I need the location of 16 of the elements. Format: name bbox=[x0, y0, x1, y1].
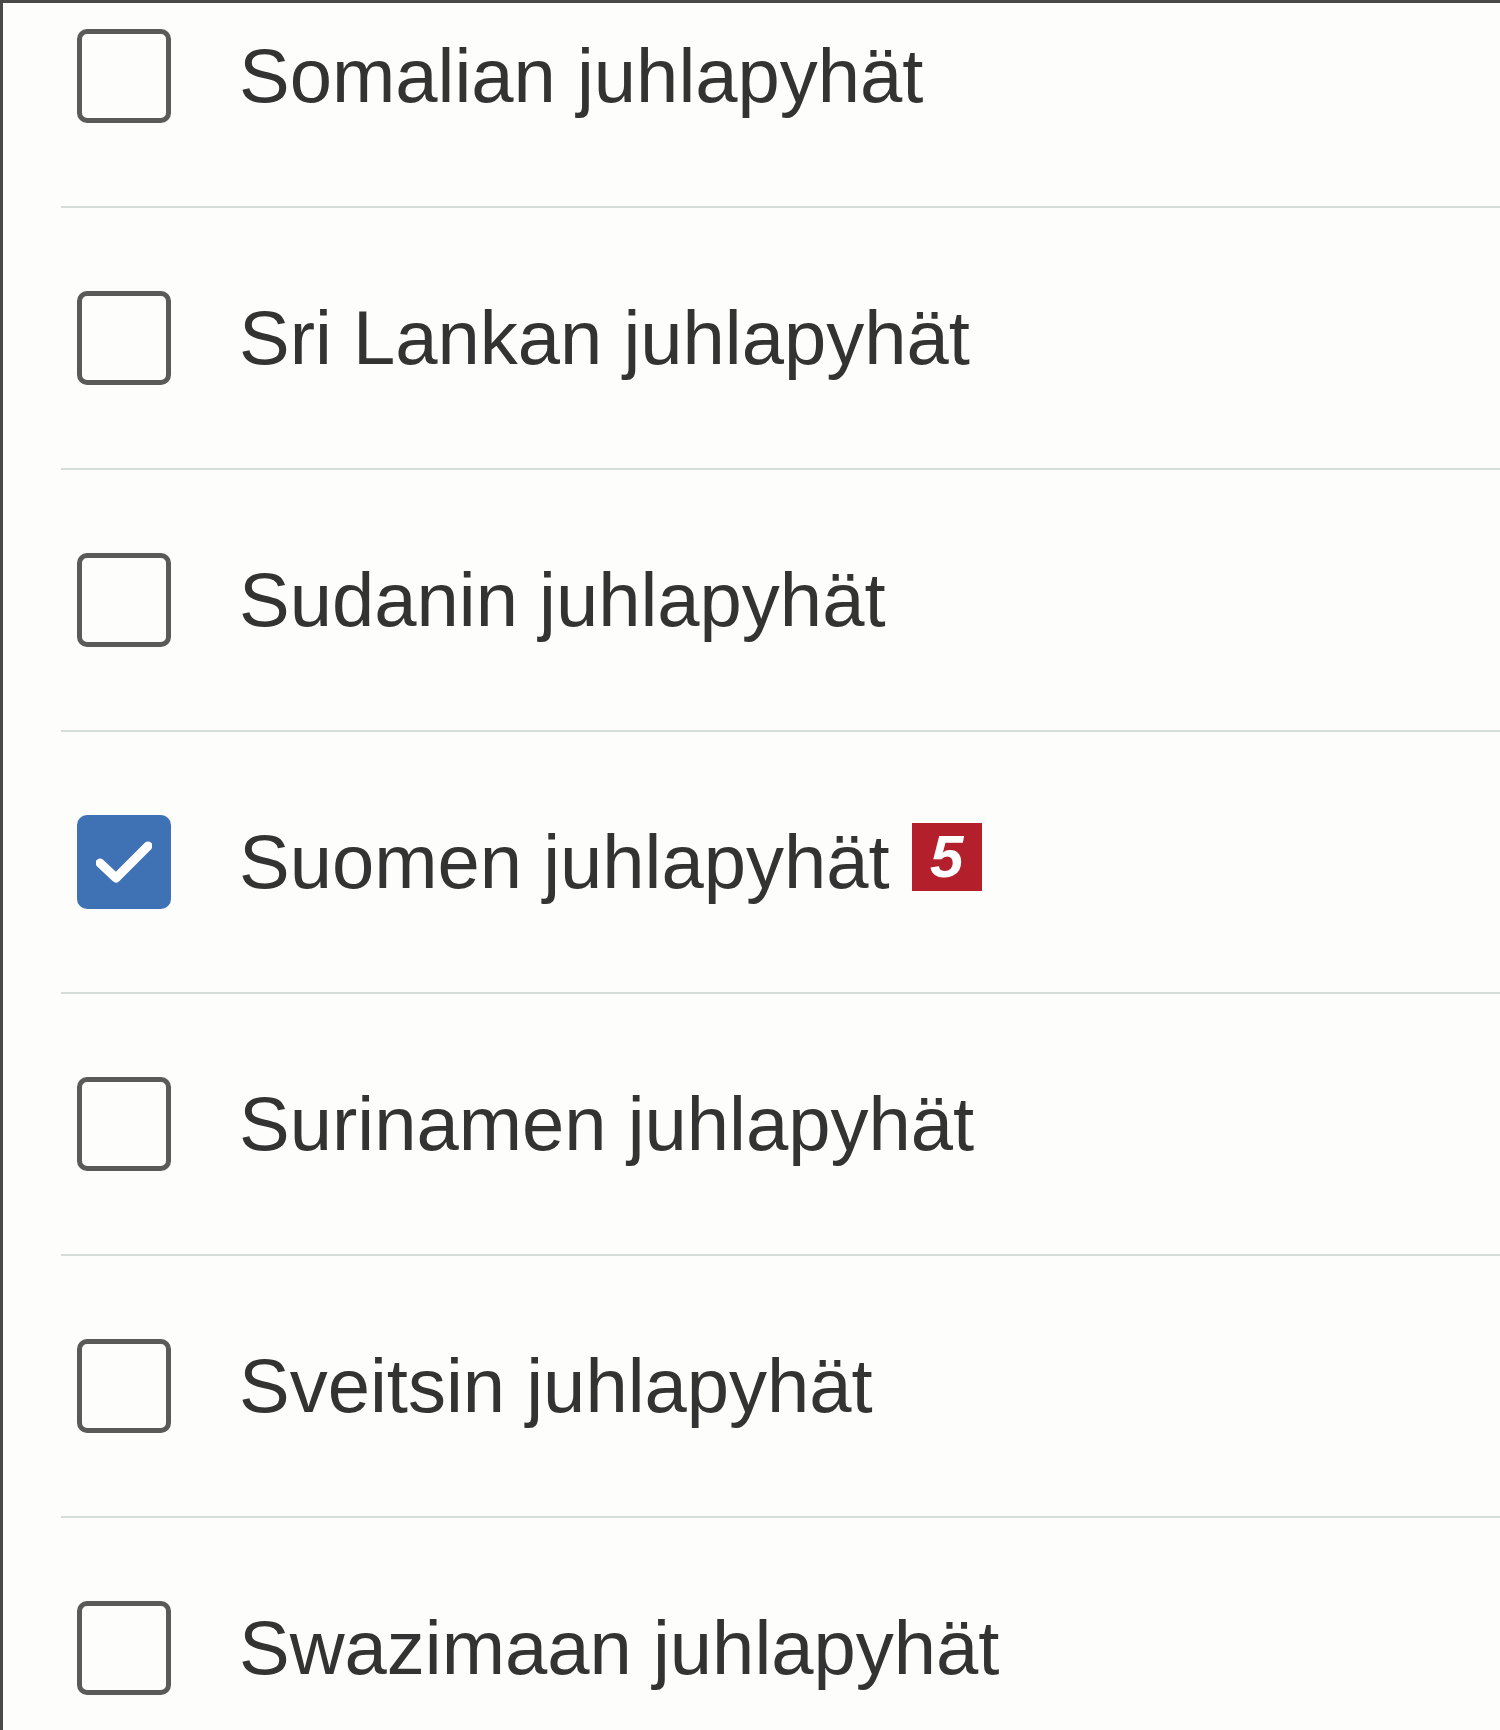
checkbox-label: Sveitsin juhlapyhät bbox=[239, 1342, 873, 1431]
checkbox[interactable] bbox=[77, 29, 171, 123]
checkbox-label: Sri Lankan juhlapyhät bbox=[239, 294, 970, 383]
checkbox-label: Swazimaan juhlapyhät bbox=[239, 1604, 1000, 1693]
checkbox[interactable] bbox=[77, 1339, 171, 1433]
checkbox-label: Suomen juhlapyhät bbox=[239, 818, 890, 907]
checkbox[interactable] bbox=[77, 553, 171, 647]
checkmark-icon bbox=[96, 841, 152, 883]
checkbox[interactable] bbox=[77, 1077, 171, 1171]
checkbox-label: Sudanin juhlapyhät bbox=[239, 556, 886, 645]
count-badge: 5 bbox=[911, 823, 982, 891]
checkbox[interactable] bbox=[77, 1601, 171, 1695]
checkbox[interactable] bbox=[77, 815, 171, 909]
checkbox[interactable] bbox=[77, 291, 171, 385]
checkbox-label: Somalian juhlapyhät bbox=[239, 32, 924, 121]
checkbox-label: Surinamen juhlapyhät bbox=[239, 1080, 975, 1169]
